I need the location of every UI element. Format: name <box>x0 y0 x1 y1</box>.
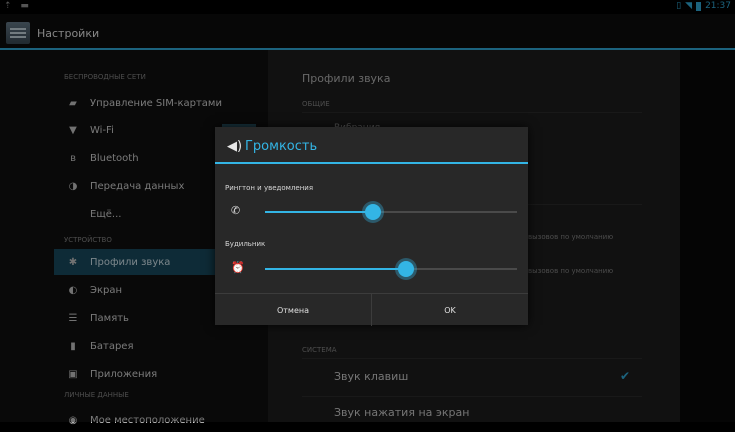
ringtone-icon: ✆ <box>231 204 241 217</box>
ringtone-slider-fill <box>265 211 374 213</box>
ringtone-label: Рингтон и уведомления <box>225 184 314 192</box>
dialog-title: Громкость <box>245 139 318 154</box>
alarm-label: Будильник <box>225 240 266 248</box>
ringtone-slider-thumb[interactable] <box>365 204 382 220</box>
dialog-buttons: Отмена OK <box>215 293 528 326</box>
volume-dialog: ◀) Громкость Рингтон и уведомления ✆ Буд… <box>215 127 528 326</box>
alarm-clock-icon: ⏰ <box>231 261 245 274</box>
ok-button[interactable]: OK <box>371 294 528 326</box>
alarm-slider-thumb[interactable] <box>398 261 415 277</box>
dialog-header: ◀) Громкость <box>215 127 528 164</box>
cancel-button[interactable]: Отмена <box>215 294 371 326</box>
volume-icon: ◀) <box>227 139 243 154</box>
alarm-slider-fill <box>265 268 407 270</box>
alarm-slider[interactable] <box>265 261 517 277</box>
ringtone-slider[interactable] <box>265 204 517 220</box>
